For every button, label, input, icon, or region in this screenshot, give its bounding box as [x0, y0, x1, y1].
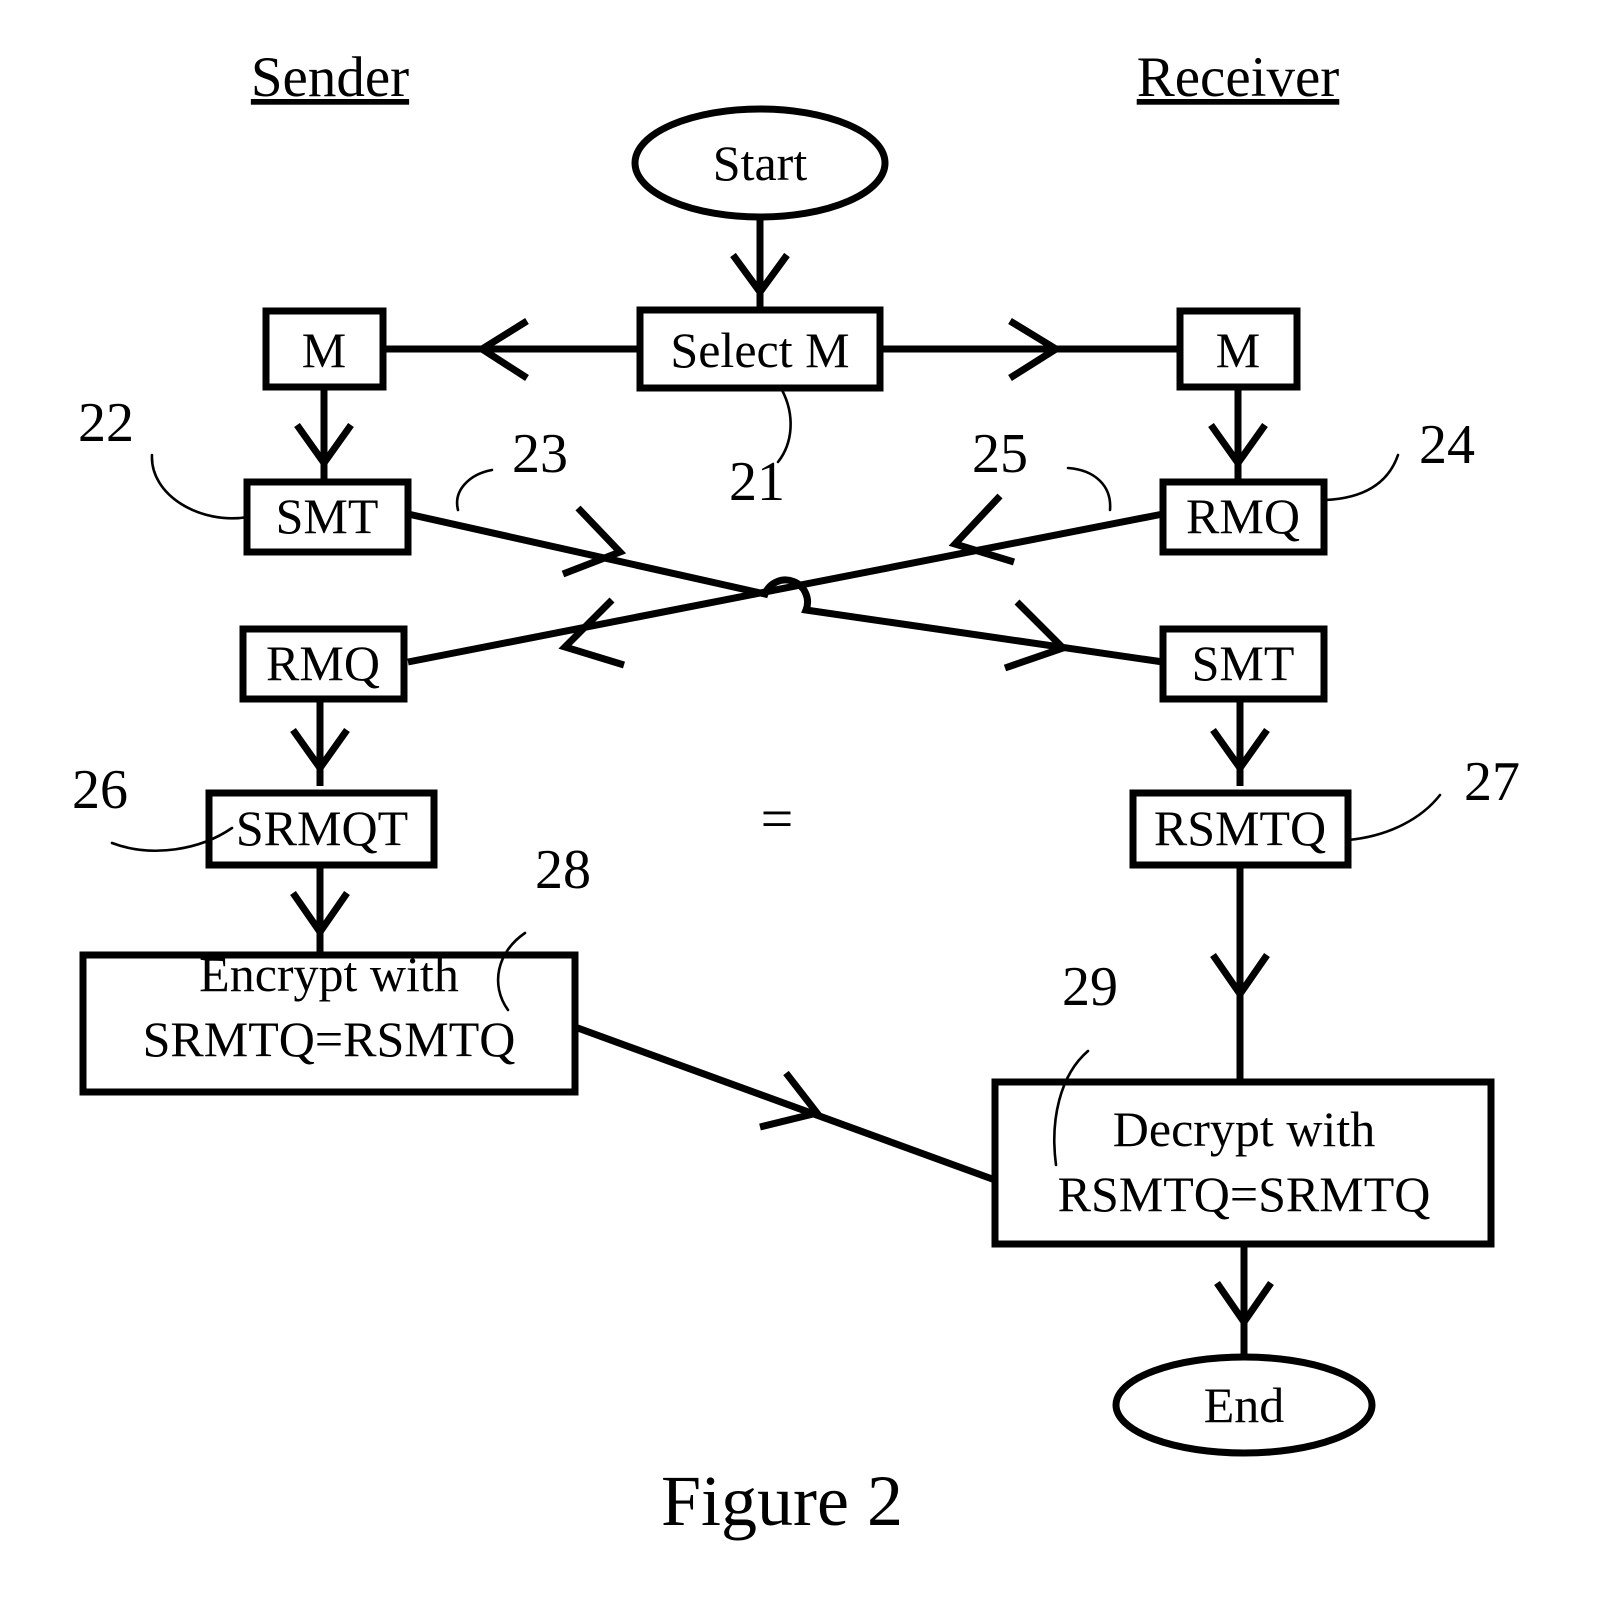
node-receiver-rmq-label: RMQ — [1186, 488, 1300, 544]
node-decrypt-label-line2: RSMTQ=SRMTQ — [1058, 1166, 1431, 1222]
node-start-label: Start — [713, 135, 808, 191]
ref-numeral-21: 21 — [729, 451, 785, 513]
node-encrypt-label-line2: SRMTQ=RSMTQ — [143, 1011, 516, 1067]
ref-numeral-23: 23 — [512, 423, 568, 485]
ref-numeral-28: 28 — [535, 839, 591, 901]
leader-line-23 — [455, 468, 494, 512]
ref-numeral-25: 25 — [972, 423, 1028, 485]
ref-numeral-29: 29 — [1062, 956, 1118, 1018]
leader-line-25 — [1066, 466, 1112, 512]
figure-caption: Figure 2 — [661, 1461, 903, 1541]
column-heading-receiver: Receiver — [1137, 46, 1340, 109]
node-receiver-smt-label: SMT — [1192, 635, 1295, 691]
flow-diagram: Sender Receiver Start Select M 21 M M SM… — [72, 46, 1520, 1541]
node-sender-rmq-label: RMQ — [266, 635, 380, 691]
node-end-label: End — [1204, 1377, 1285, 1433]
leader-line-27 — [1346, 793, 1442, 842]
edge-encrypt-to-decrypt — [573, 1023, 997, 1184]
node-receiver-m-label: M — [1216, 322, 1260, 378]
node-sender-smt-label: SMT — [276, 488, 379, 544]
leader-line-24 — [1323, 453, 1400, 502]
node-receiver-rsmtq-label: RSMTQ — [1154, 800, 1326, 856]
node-select-m-label: Select M — [670, 322, 849, 378]
ref-numeral-26: 26 — [72, 759, 128, 821]
leader-line-22 — [150, 453, 250, 520]
ref-numeral-22: 22 — [78, 392, 134, 454]
node-decrypt-label-line1: Decrypt with — [1113, 1101, 1375, 1157]
node-sender-m-label: M — [302, 322, 346, 378]
column-heading-sender: Sender — [251, 46, 409, 109]
arrowhead-diagonal-right-icon — [1003, 599, 1070, 672]
node-encrypt-label-line1: Encrypt with — [199, 946, 459, 1002]
arrowhead-diagonal-right-icon — [561, 505, 627, 578]
equivalence-marker: = — [761, 786, 794, 851]
ref-numeral-27: 27 — [1464, 751, 1520, 813]
ref-numeral-24: 24 — [1419, 414, 1475, 476]
node-sender-srmqt-label: SRMQT — [236, 800, 408, 856]
figure-canvas: Sender Receiver Start Select M 21 M M SM… — [0, 0, 1600, 1597]
